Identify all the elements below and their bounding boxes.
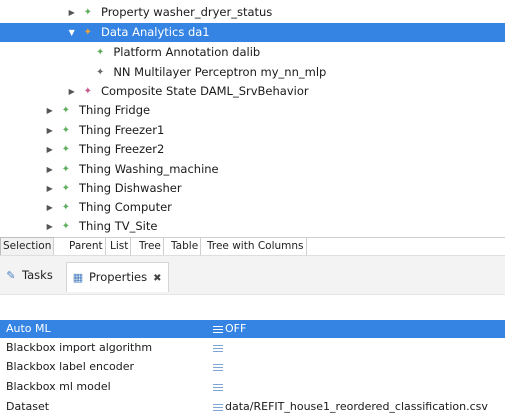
property-value-text: data/REFIT_house1_reordered_classificati… (225, 400, 488, 413)
model-tree: ▶ ✦ Property washer_dryer_status ▼ ✦ Dat… (0, 0, 505, 236)
tree-item-label: Thing TV_Site (78, 219, 158, 233)
tree-item-label: Composite State DAML_SrvBehavior (100, 84, 309, 98)
tree-item-label: Thing Dishwasher (78, 181, 182, 195)
tree-item-label: NN Multilayer Perceptron my_nn_mlp (113, 65, 327, 79)
expand-arrow-icon[interactable]: ▶ (66, 3, 78, 22)
tab-tree[interactable]: Tree (137, 238, 164, 255)
tab-properties[interactable]: ▦ Properties ✖ (66, 262, 169, 292)
value-icon (213, 325, 223, 333)
green-diamond-icon: ✦ (61, 105, 70, 116)
expand-arrow-icon[interactable]: ▶ (44, 121, 56, 140)
view-tab-bar: ✎ Tasks ▦ Properties ✖ (0, 255, 505, 295)
green-diamond-icon: ✦ (83, 7, 92, 18)
tree-item-platform-annotation-dalib[interactable]: ✦ Platform Annotation dalib (0, 43, 505, 62)
tab-properties-label: Properties (89, 270, 148, 284)
green-diamond-icon: ✦ (61, 221, 70, 232)
green-diamond-icon: ✦ (61, 202, 70, 213)
tree-item-thing-computer[interactable]: ▶ ✦ Thing Computer (0, 198, 505, 217)
tab-table[interactable]: Table (169, 238, 202, 255)
tab-tasks[interactable]: ✎ Tasks (4, 265, 53, 285)
property-value[interactable]: OFF (213, 320, 246, 338)
tab-parent[interactable]: Parent (67, 238, 106, 255)
value-icon (213, 363, 223, 371)
tree-item-label: Thing Freezer2 (78, 142, 165, 156)
property-value[interactable] (213, 358, 225, 376)
tree-item-label: Thing Fridge (78, 103, 151, 117)
tasks-icon: ✎ (6, 269, 16, 282)
pink-diamond-icon: ✦ (83, 86, 92, 97)
tree-item-label: Property washer_dryer_status (100, 5, 273, 19)
property-key: Blackbox label encoder (6, 360, 135, 373)
property-key: Blackbox import algorithm (6, 341, 153, 354)
collapse-arrow-icon[interactable]: ▼ (66, 23, 78, 42)
green-diamond-icon: ✦ (95, 47, 105, 58)
green-diamond-icon: ✦ (61, 183, 70, 194)
property-value[interactable] (213, 378, 225, 396)
tab-tree-with-columns[interactable]: Tree with Columns (205, 238, 307, 255)
close-icon[interactable]: ✖ (153, 273, 161, 284)
property-row-blackbox-label-encoder[interactable]: Blackbox label encoder (0, 358, 505, 376)
tree-item-nn-multilayer-perceptron[interactable]: ✦ NN Multilayer Perceptron my_nn_mlp (0, 63, 505, 82)
tree-item-label: Data Analytics da1 (100, 25, 210, 39)
property-value[interactable]: data/REFIT_house1_reordered_classificati… (213, 398, 488, 416)
property-value-text: OFF (225, 322, 247, 335)
property-row-blackbox-ml-model[interactable]: Blackbox ml model (0, 378, 505, 396)
green-diamond-icon: ✦ (61, 144, 70, 155)
orange-diamond-icon: ✦ (83, 27, 92, 38)
tree-item-property-washer-dryer-status[interactable]: ▶ ✦ Property washer_dryer_status (0, 3, 505, 22)
editor-page-tabs: Selection Parent List Tree Table Tree wi… (0, 237, 505, 256)
value-icon (213, 403, 223, 411)
tree-item-composite-state-daml[interactable]: ▶ ✦ Composite State DAML_SrvBehavior (0, 82, 505, 101)
green-diamond-icon: ✦ (61, 164, 70, 175)
tree-item-thing-freezer2[interactable]: ▶ ✦ Thing Freezer2 (0, 140, 505, 159)
expand-arrow-icon[interactable]: ▶ (44, 198, 56, 217)
property-key: Blackbox ml model (6, 380, 111, 393)
tree-item-thing-fridge[interactable]: ▶ ✦ Thing Fridge (0, 101, 505, 120)
property-value[interactable] (213, 339, 225, 357)
tree-item-thing-freezer1[interactable]: ▶ ✦ Thing Freezer1 (0, 121, 505, 140)
property-key: Auto ML (6, 322, 51, 335)
tab-tasks-label: Tasks (22, 268, 53, 282)
value-icon (213, 344, 223, 352)
tab-list[interactable]: List (108, 238, 132, 255)
tree-item-label: Thing Washing_machine (78, 162, 219, 176)
tree-item-data-analytics-da1[interactable]: ▼ ✦ Data Analytics da1 (0, 23, 505, 42)
expand-arrow-icon[interactable]: ▶ (44, 101, 56, 120)
tree-item-label: Thing Computer (78, 200, 172, 214)
value-icon (213, 383, 223, 391)
property-row-auto-ml[interactable]: Auto ML OFF (0, 320, 505, 338)
properties-icon: ▦ (72, 271, 84, 284)
tree-item-thing-washing-machine[interactable]: ▶ ✦ Thing Washing_machine (0, 160, 505, 179)
property-row-dataset[interactable]: Dataset data/REFIT_house1_reordered_clas… (0, 398, 505, 416)
expand-arrow-icon[interactable]: ▶ (44, 179, 56, 198)
tree-item-label: Thing Freezer1 (78, 123, 165, 137)
tab-selection[interactable]: Selection (0, 237, 55, 255)
expand-arrow-icon[interactable]: ▶ (44, 217, 56, 236)
expand-arrow-icon[interactable]: ▶ (66, 82, 78, 101)
expand-arrow-icon[interactable]: ▶ (44, 160, 56, 179)
expand-arrow-icon[interactable]: ▶ (44, 140, 56, 159)
tree-item-label: Platform Annotation dalib (113, 45, 261, 59)
green-diamond-icon: ✦ (61, 125, 70, 136)
tree-item-thing-tv-site[interactable]: ▶ ✦ Thing TV_Site (0, 217, 505, 236)
property-key: Dataset (6, 400, 50, 413)
gray-diamond-icon: ✦ (95, 67, 105, 78)
tree-item-thing-dishwasher[interactable]: ▶ ✦ Thing Dishwasher (0, 179, 505, 198)
property-row-blackbox-import-algorithm[interactable]: Blackbox import algorithm (0, 339, 505, 357)
